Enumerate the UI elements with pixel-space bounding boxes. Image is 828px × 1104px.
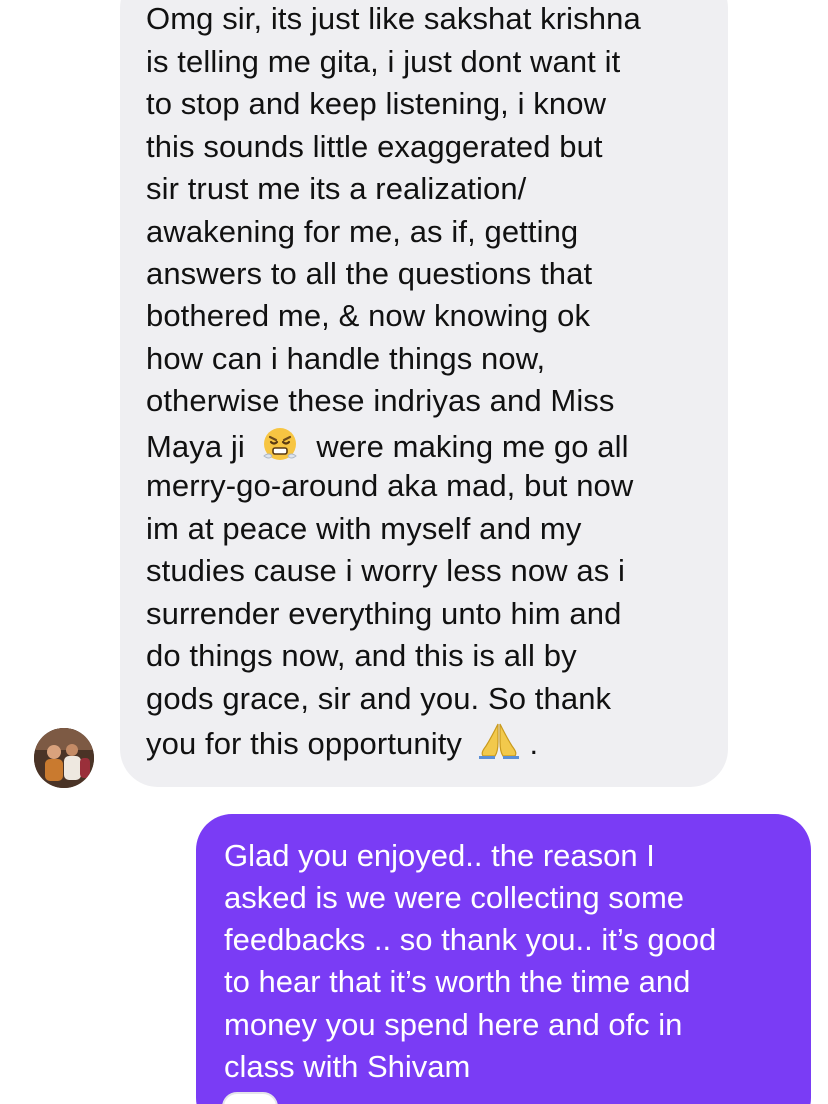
reaction-badge[interactable]: [222, 1092, 278, 1104]
incoming-message-bubble[interactable]: Omg sir, its just like sakshat krishna i…: [120, 0, 728, 787]
message-line: asked is we were collecting some: [224, 880, 685, 915]
message-line: class with Shivam: [224, 1049, 471, 1084]
message-text: Maya ji: [146, 429, 245, 464]
message-line: otherwise these indriyas and Miss: [146, 383, 615, 418]
message-line: to stop and keep listening, i know: [146, 86, 607, 121]
message-line: to hear that it’s worth the time and: [224, 964, 691, 999]
chat-thread: Omg sir, its just like sakshat krishna i…: [0, 0, 828, 1104]
message-line: Omg sir, its just like sakshat krishna: [146, 1, 641, 36]
sender-avatar[interactable]: [34, 728, 94, 788]
message-text: were making me go all: [316, 429, 629, 464]
message-line: im at peace with myself and my: [146, 511, 582, 546]
message-line: surrender everything unto him and: [146, 596, 622, 631]
message-line: gods grace, sir and you. So thank: [146, 681, 612, 716]
message-line: money you spend here and ofc in: [224, 1007, 683, 1042]
message-line: studies cause i worry less now as i: [146, 553, 626, 588]
message-line: feedbacks .. so thank you.. it’s good: [224, 922, 717, 957]
outgoing-message-bubble[interactable]: Glad you enjoyed.. the reason I asked is…: [196, 814, 811, 1104]
folded-hands-emoji-icon: [477, 720, 521, 771]
message-line: merry-go-around aka mad, but now: [146, 468, 634, 503]
message-line: sir trust me its a realization/: [146, 171, 527, 206]
message-line: this sounds little exaggerated but: [146, 129, 603, 164]
message-line: Glad you enjoyed.. the reason I: [224, 838, 655, 873]
message-line: answers to all the questions that: [146, 256, 593, 291]
message-text: .: [529, 726, 539, 761]
message-line: bothered me, & now knowing ok: [146, 298, 591, 333]
message-line: how can i handle things now,: [146, 341, 546, 376]
message-line: awakening for me, as if, getting: [146, 214, 579, 249]
message-text: you for this opportunity: [146, 726, 463, 761]
message-line-with-emoji: you for this opportunity .: [146, 720, 538, 771]
message-line: is telling me gita, i just dont want it: [146, 44, 621, 79]
message-line: do things now, and this is all by: [146, 638, 577, 673]
